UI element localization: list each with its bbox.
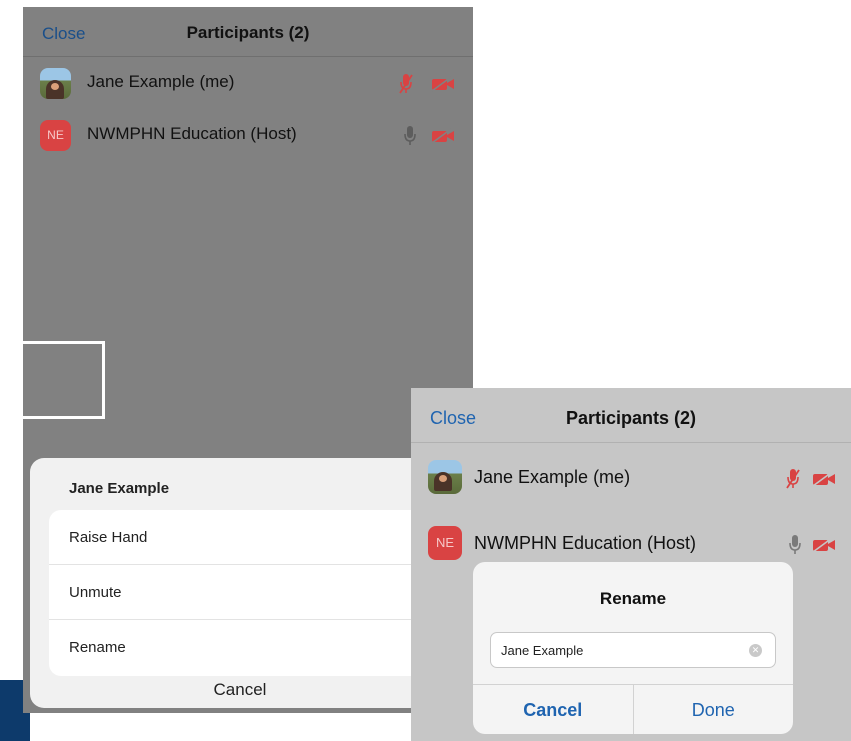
avatar-photo: [428, 460, 462, 494]
avatar-photo: [40, 68, 71, 99]
highlight-frame: [23, 341, 105, 419]
action-sheet-cancel-button[interactable]: Cancel: [30, 680, 450, 700]
rename-dialog: Rename ✕ Cancel Done: [473, 562, 793, 734]
avatar-initials-badge: NE: [40, 120, 71, 151]
participants-header: Close Participants (2): [23, 7, 473, 57]
video-off-icon: [812, 471, 835, 487]
rename-cancel-button[interactable]: Cancel: [473, 685, 634, 734]
participant-row-host[interactable]: NE NWMPHN Education (Host): [23, 109, 473, 161]
mic-icon: [789, 535, 801, 554]
participant-name: NWMPHN Education (Host): [87, 124, 297, 143]
participants-screen-left: Close Participants (2) Jane Example (me)…: [23, 7, 473, 713]
participants-header: Close Participants (2): [411, 388, 851, 443]
video-off-icon: [431, 128, 454, 144]
video-off-icon: [431, 76, 454, 92]
rename-dialog-buttons: Cancel Done: [473, 684, 793, 734]
participants-screen-right: Close Participants (2) Jane Example (me)…: [411, 388, 851, 741]
avatar-initials-badge: NE: [428, 526, 462, 560]
mic-muted-icon: [786, 469, 800, 489]
participants-title: Participants (2): [186, 23, 310, 42]
participant-row-jane[interactable]: Jane Example (me): [23, 57, 473, 109]
action-sheet-title: Jane Example: [69, 480, 170, 497]
rename-input[interactable]: [490, 632, 776, 668]
unmute-option[interactable]: Unmute: [49, 565, 450, 620]
clear-text-icon[interactable]: ✕: [749, 644, 762, 657]
mic-icon: [404, 126, 416, 145]
rename-option[interactable]: Rename: [49, 620, 450, 675]
participant-name: NWMPHN Education (Host): [474, 533, 697, 553]
participants-title: Participants (2): [565, 408, 697, 428]
participant-row-jane[interactable]: Jane Example (me): [411, 443, 851, 509]
rename-done-button[interactable]: Done: [634, 685, 794, 734]
action-sheet-options: Raise Hand Unmute Rename: [49, 510, 450, 676]
raise-hand-option[interactable]: Raise Hand: [49, 510, 450, 565]
participant-name: Jane Example (me): [474, 467, 631, 487]
mic-muted-icon: [399, 74, 413, 94]
video-off-icon: [812, 537, 835, 553]
participant-action-sheet: Jane Example Raise Hand Unmute Rename Ca…: [30, 458, 450, 708]
participant-name: Jane Example (me): [87, 72, 235, 91]
rename-dialog-title: Rename: [599, 589, 667, 608]
